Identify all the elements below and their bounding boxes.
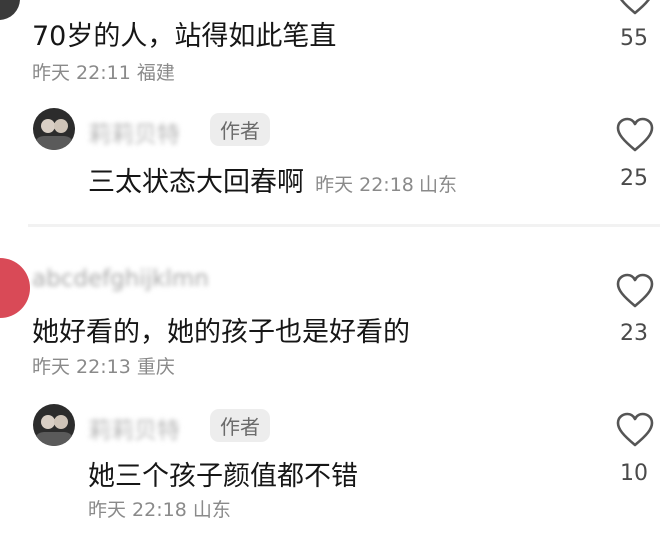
reply-author-name[interactable]: 莉莉贝特 (88, 115, 180, 149)
reply-time: 昨天 22:18 (315, 174, 414, 196)
reply-location: 山东 (418, 174, 457, 196)
like-heart-icon[interactable] (615, 412, 655, 448)
like-heart-icon[interactable] (615, 117, 655, 153)
comment-time: 昨天 22:13 (32, 356, 131, 378)
reply-text: 她三个孩子颜值都不错 (88, 461, 358, 492)
comment-location: 福建 (136, 62, 175, 84)
like-heart-icon[interactable] (615, 273, 655, 309)
commenter-avatar[interactable] (0, 258, 30, 318)
like-count: 23 (620, 321, 648, 346)
like-count: 10 (620, 461, 648, 486)
comment-meta: 昨天 22:13 重庆 (32, 352, 175, 379)
reply-body: 三太状态大回春啊 昨天 22:18 山东 (88, 160, 457, 199)
like-count: 55 (620, 26, 648, 51)
comment-text: 她好看的，她的孩子也是好看的 (32, 317, 410, 348)
divider (28, 224, 660, 227)
author-badge: 作者 (210, 409, 270, 442)
reply-author-name[interactable]: 莉莉贝特 (88, 411, 180, 445)
reply-time: 昨天 22:18 (88, 499, 187, 521)
like-heart-icon[interactable] (615, 0, 655, 16)
comment-time: 昨天 22:11 (32, 62, 131, 84)
reply-text: 三太状态大回春啊 (88, 167, 304, 198)
like-count: 25 (620, 166, 648, 191)
comment-location: 重庆 (136, 356, 175, 378)
comment-text: 70岁的人，站得如此笔直 (32, 21, 337, 52)
reply-avatar[interactable] (33, 404, 75, 446)
commenter-name[interactable]: abcdefghijklmn (32, 266, 209, 292)
reply-meta: 昨天 22:18 山东 (88, 495, 231, 522)
reply-avatar[interactable] (33, 108, 75, 150)
comment-meta: 昨天 22:11 福建 (32, 58, 175, 85)
reply-location: 山东 (192, 499, 231, 521)
author-badge: 作者 (210, 113, 270, 146)
commenter-avatar[interactable] (0, 0, 20, 20)
